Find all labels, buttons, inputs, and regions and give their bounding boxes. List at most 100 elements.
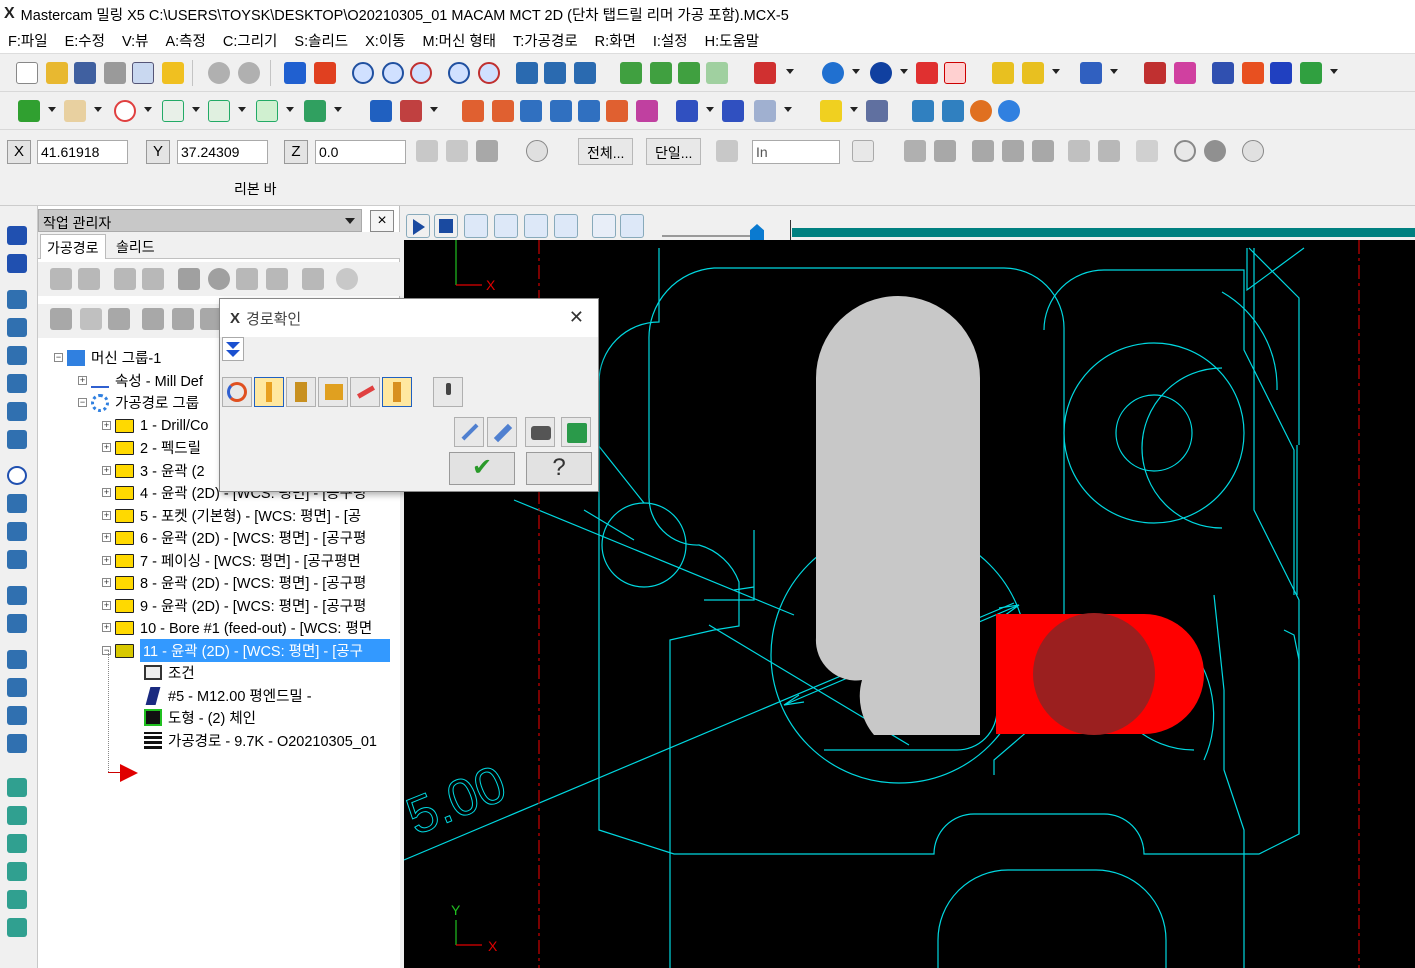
cube-top-icon[interactable] [650, 62, 672, 84]
regen-dirty-icon[interactable] [142, 268, 164, 290]
surface5-icon[interactable] [7, 890, 27, 909]
globe-icon[interactable] [822, 62, 844, 84]
offset-icon[interactable] [578, 100, 600, 122]
progress-bar[interactable] [792, 228, 1415, 237]
xform-tp-icon[interactable] [7, 678, 27, 697]
pan-icon[interactable] [284, 62, 306, 84]
step-icon[interactable] [454, 417, 484, 447]
post-op-icon[interactable] [266, 268, 288, 290]
verify-op-icon[interactable] [208, 268, 230, 290]
bulb-icon[interactable] [820, 100, 842, 122]
project-icon[interactable] [636, 100, 658, 122]
backplot-icon[interactable] [912, 100, 934, 122]
redo-icon[interactable] [238, 62, 260, 84]
trans-icon[interactable] [7, 586, 27, 605]
menu-machine-type[interactable]: M:머신 형태 [423, 30, 497, 51]
run-icon[interactable] [487, 417, 517, 447]
play-button[interactable] [406, 214, 430, 238]
help-dialog-button[interactable]: ? [526, 452, 592, 485]
show-tool-path-icon[interactable] [382, 377, 412, 407]
zoom-window-icon[interactable] [352, 62, 374, 84]
save-dialog-icon[interactable] [561, 417, 591, 447]
rect-icon[interactable] [162, 100, 184, 122]
simulate-icon[interactable] [998, 100, 1020, 122]
window-icon[interactable] [1098, 140, 1120, 162]
helix-icon[interactable] [7, 550, 27, 569]
regen-icon[interactable] [114, 268, 136, 290]
print-icon[interactable] [104, 62, 126, 84]
tree-icon[interactable] [1174, 62, 1196, 84]
tree-item-properties[interactable]: + 속성 - Mill Def [78, 370, 203, 391]
tree-item-parameters[interactable]: 조건 [144, 662, 195, 683]
tool-display-icon[interactable] [620, 214, 644, 238]
menu-edit[interactable]: E:수정 [65, 30, 105, 51]
drill-icon[interactable] [7, 290, 27, 309]
autocursor-icon[interactable] [416, 140, 438, 162]
surface2-icon[interactable] [7, 806, 27, 825]
tree-item-toolpath[interactable]: 가공경로 - 9.7K - O20210305_01 [144, 730, 377, 751]
pocket-icon[interactable] [7, 346, 27, 365]
engrave-icon[interactable] [7, 430, 27, 449]
g1-icon[interactable] [236, 268, 258, 290]
tab-toolpaths[interactable]: 가공경로 [40, 234, 106, 259]
info-icon[interactable] [433, 377, 463, 407]
unzoom-icon[interactable] [410, 62, 432, 84]
tree-item-op-3[interactable]: +3 - 윤곽 (2 [102, 460, 205, 481]
chamfer-icon[interactable] [256, 100, 278, 122]
stock-icon[interactable] [7, 614, 27, 633]
plane-icon[interactable] [7, 226, 27, 245]
grid-icon[interactable] [722, 100, 744, 122]
rewind-icon[interactable] [494, 214, 518, 238]
help-icon[interactable] [526, 140, 548, 162]
tree-item-geometry[interactable]: 도형 - (2) 체인 [144, 707, 256, 728]
tree-item-op-9[interactable]: +9 - 윤곽 (2D) - [WCS: 평면] - [공구평 [102, 595, 366, 616]
solid-icon[interactable] [304, 100, 326, 122]
tree-item-op-1[interactable]: +1 - Drill/Co [102, 415, 208, 436]
cube-side-icon[interactable] [706, 62, 728, 84]
menu-toolpaths[interactable]: T:가공경로 [513, 30, 578, 51]
tree-item-tool[interactable]: #5 - M12.00 평엔드밀 - [144, 685, 312, 706]
menu-screen[interactable]: R:화면 [595, 30, 636, 51]
surface6-icon[interactable] [7, 918, 27, 937]
poly-icon[interactable] [972, 140, 994, 162]
view-top-icon[interactable] [544, 62, 566, 84]
pencil-icon[interactable] [992, 62, 1014, 84]
help-q-icon[interactable] [1144, 62, 1166, 84]
pen-icon[interactable] [1080, 62, 1102, 84]
tree-item-op-6[interactable]: +6 - 윤곽 (2D) - [WCS: 평면] - [공구평 [102, 527, 366, 548]
toggle-display-icon[interactable] [80, 308, 102, 330]
slot-icon[interactable] [7, 402, 27, 421]
forward-icon[interactable] [524, 214, 548, 238]
bore-icon[interactable] [7, 522, 27, 541]
fillet-icon[interactable] [208, 100, 230, 122]
stop-button[interactable] [434, 214, 458, 238]
circle-mill-icon[interactable] [7, 466, 27, 485]
tree-item-op-10[interactable]: +10 - Bore #1 (feed-out) - [WCS: 평면 [102, 617, 372, 638]
zoom-in-icon[interactable] [448, 62, 470, 84]
undo-icon[interactable] [208, 62, 230, 84]
rotate-icon[interactable] [520, 100, 542, 122]
select-all-button[interactable]: 전체... [578, 138, 634, 165]
fit-icon[interactable] [314, 62, 336, 84]
select-box-icon[interactable] [852, 140, 874, 162]
tab-solids[interactable]: 솔리드 [110, 234, 161, 259]
show-rapid-icon[interactable] [318, 377, 348, 407]
poly3-icon[interactable] [1032, 140, 1054, 162]
surface4-icon[interactable] [7, 862, 27, 881]
lock-icon[interactable] [50, 308, 72, 330]
show-holder-icon[interactable] [286, 377, 316, 407]
last-icon[interactable] [554, 214, 578, 238]
new-file-icon[interactable] [16, 62, 38, 84]
move-up-icon[interactable] [172, 308, 194, 330]
circle-sel-icon[interactable] [1204, 140, 1226, 162]
view-icon[interactable] [516, 62, 538, 84]
menu-solids[interactable]: S:솔리드 [294, 30, 348, 51]
highfeed-icon[interactable] [302, 268, 324, 290]
list-icon[interactable] [1300, 62, 1322, 84]
cube-front-icon[interactable] [678, 62, 700, 84]
mask-icon[interactable] [716, 140, 738, 162]
y-coord-field[interactable]: 37.24309 [177, 140, 268, 164]
boundary-icon[interactable] [1212, 62, 1234, 84]
trim-icon[interactable] [370, 100, 392, 122]
surface3-icon[interactable] [7, 834, 27, 853]
